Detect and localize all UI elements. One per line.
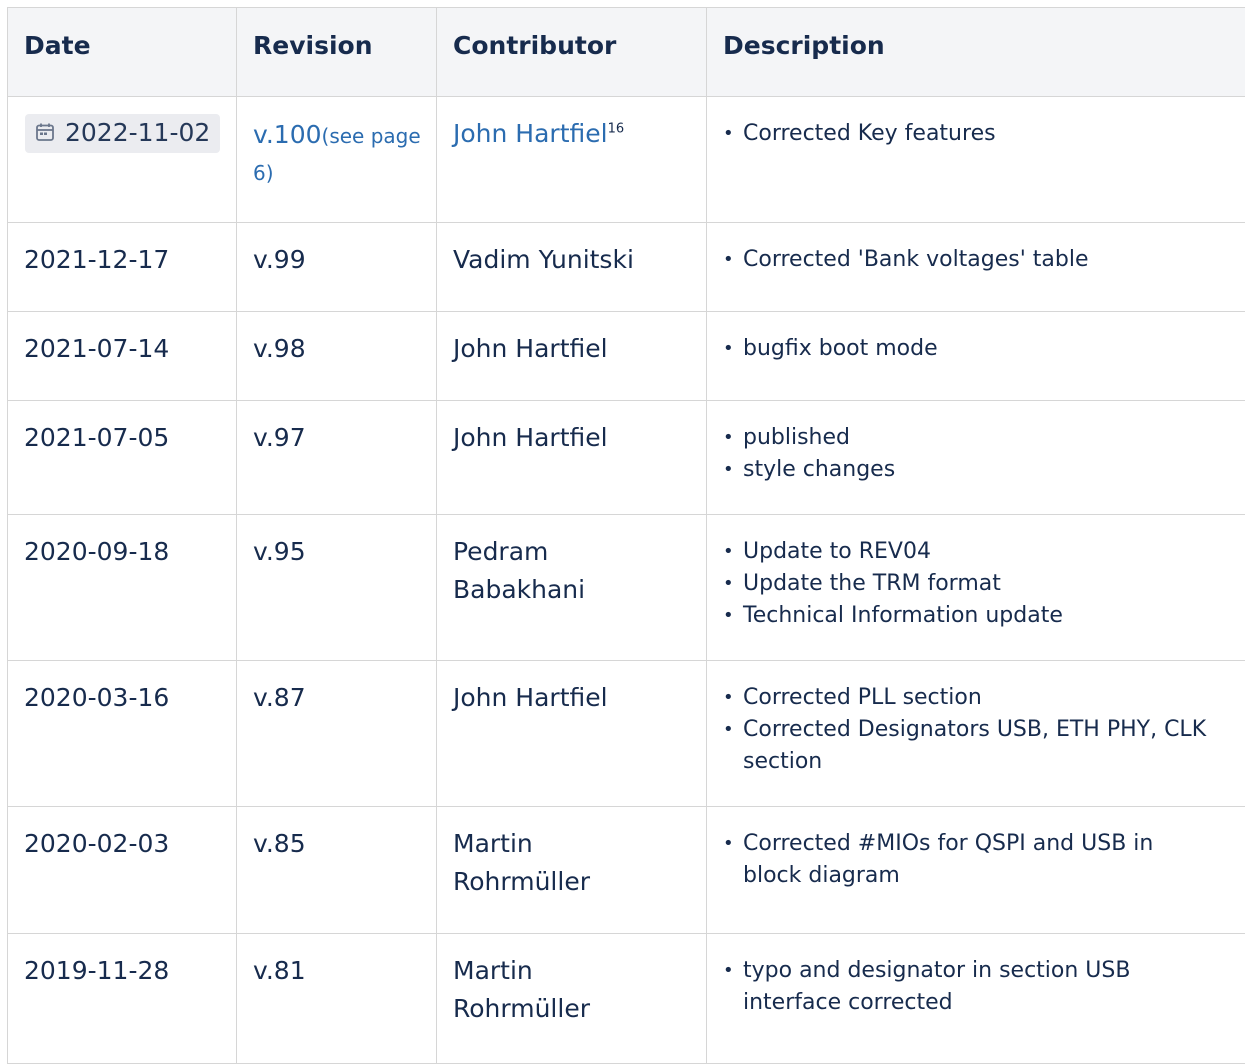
- list-item: style changes: [743, 454, 1245, 486]
- description-list: Corrected #MIOs for QSPI and USB in bloc…: [719, 828, 1192, 892]
- contributor-cell: Pedram Babakhani: [437, 515, 707, 661]
- contributor-cell: John Hartfiel: [437, 661, 707, 807]
- table-row: 2020-09-18 v.95 Pedram Babakhani Update …: [8, 515, 1245, 661]
- list-item: Update the TRM format: [743, 568, 1245, 600]
- table-row: 2021-07-14 v.98 John Hartfiel bugfix boo…: [8, 312, 1245, 401]
- description-list: Corrected Key features: [719, 118, 1245, 150]
- list-item: Update to REV04: [743, 536, 1245, 568]
- description-cell: Update to REV04 Update the TRM format Te…: [707, 515, 1245, 661]
- list-item: typo and designator in section USB inter…: [743, 955, 1172, 1019]
- description-cell: Corrected 'Bank voltages' table: [707, 223, 1245, 312]
- list-item: Corrected PLL section: [743, 682, 1244, 714]
- contributor-cell: John Hartfiel: [437, 312, 707, 401]
- header-date: Date: [8, 8, 237, 97]
- table-row: 2021-07-05 v.97 John Hartfiel published …: [8, 401, 1245, 515]
- table-row: 2020-02-03 v.85 Martin Rohrmüller Correc…: [8, 807, 1245, 934]
- description-cell: Corrected PLL section Corrected Designat…: [707, 661, 1245, 807]
- description-list: Update to REV04 Update the TRM format Te…: [719, 536, 1245, 632]
- date-cell: 2021-07-05: [8, 401, 237, 515]
- revision-cell: v.98: [237, 312, 437, 401]
- contributor-cell: John Hartfiel16: [437, 97, 707, 223]
- contributor-cell: Martin Rohrmüller: [437, 934, 707, 1064]
- contributor-cell: John Hartfiel: [437, 401, 707, 515]
- revision-history-table: Date Revision Contributor Description: [7, 7, 1245, 1064]
- header-revision: Revision: [237, 8, 437, 97]
- header-description: Description: [707, 8, 1245, 97]
- description-cell: published style changes: [707, 401, 1245, 515]
- date-value: 2022-11-02: [65, 118, 210, 147]
- revision-cell: v.81: [237, 934, 437, 1064]
- list-item: Corrected 'Bank voltages' table: [743, 244, 1245, 276]
- date-cell: 2019-11-28: [8, 934, 237, 1064]
- date-cell: 2022-11-02: [8, 97, 237, 223]
- revision-cell: v.99: [237, 223, 437, 312]
- table-row: 2022-11-02 v.100(see page 6) John Hartfi…: [8, 97, 1245, 223]
- list-item: Corrected Key features: [743, 118, 1245, 150]
- date-cell: 2020-09-18: [8, 515, 237, 661]
- contributor-cell: Vadim Yunitski: [437, 223, 707, 312]
- list-item: Corrected #MIOs for QSPI and USB in bloc…: [743, 828, 1192, 892]
- header-contributor: Contributor: [437, 8, 707, 97]
- description-cell: bugfix boot mode: [707, 312, 1245, 401]
- revision-cell: v.97: [237, 401, 437, 515]
- table-row: 2019-11-28 v.81 Martin Rohrmüller typo a…: [8, 934, 1245, 1064]
- table-row: 2020-03-16 v.87 John Hartfiel Corrected …: [8, 661, 1245, 807]
- description-cell: Corrected Key features: [707, 97, 1245, 223]
- list-item: published: [743, 422, 1245, 454]
- revision-cell: v.100(see page 6): [237, 97, 437, 223]
- description-list: bugfix boot mode: [719, 333, 1245, 365]
- description-list: Corrected 'Bank voltages' table: [719, 244, 1245, 276]
- description-list: Corrected PLL section Corrected Designat…: [719, 682, 1244, 778]
- description-cell: typo and designator in section USB inter…: [707, 934, 1245, 1064]
- contributor-cell: Martin Rohrmüller: [437, 807, 707, 934]
- date-chip[interactable]: 2022-11-02: [25, 114, 220, 153]
- revision-cell: v.95: [237, 515, 437, 661]
- revision-cell: v.85: [237, 807, 437, 934]
- date-cell: 2020-03-16: [8, 661, 237, 807]
- footnote-marker: 16: [608, 122, 625, 137]
- revision-cell: v.87: [237, 661, 437, 807]
- list-item: Technical Information update: [743, 600, 1245, 632]
- table-row: 2021-12-17 v.99 Vadim Yunitski Corrected…: [8, 223, 1245, 312]
- list-item: Corrected Designators USB, ETH PHY, CLK …: [743, 714, 1244, 778]
- contributor-link[interactable]: John Hartfiel: [453, 119, 608, 148]
- list-item: bugfix boot mode: [743, 333, 1245, 365]
- description-cell: Corrected #MIOs for QSPI and USB in bloc…: [707, 807, 1245, 934]
- table-header-row: Date Revision Contributor Description: [8, 8, 1245, 97]
- date-cell: 2021-12-17: [8, 223, 237, 312]
- date-cell: 2021-07-14: [8, 312, 237, 401]
- revision-link[interactable]: v.100: [253, 120, 322, 149]
- date-cell: 2020-02-03: [8, 807, 237, 934]
- description-list: typo and designator in section USB inter…: [719, 955, 1172, 1019]
- revision-history-table-wrap: Date Revision Contributor Description: [7, 7, 1245, 1064]
- description-list: published style changes: [719, 422, 1245, 486]
- calendar-icon: [35, 119, 55, 148]
